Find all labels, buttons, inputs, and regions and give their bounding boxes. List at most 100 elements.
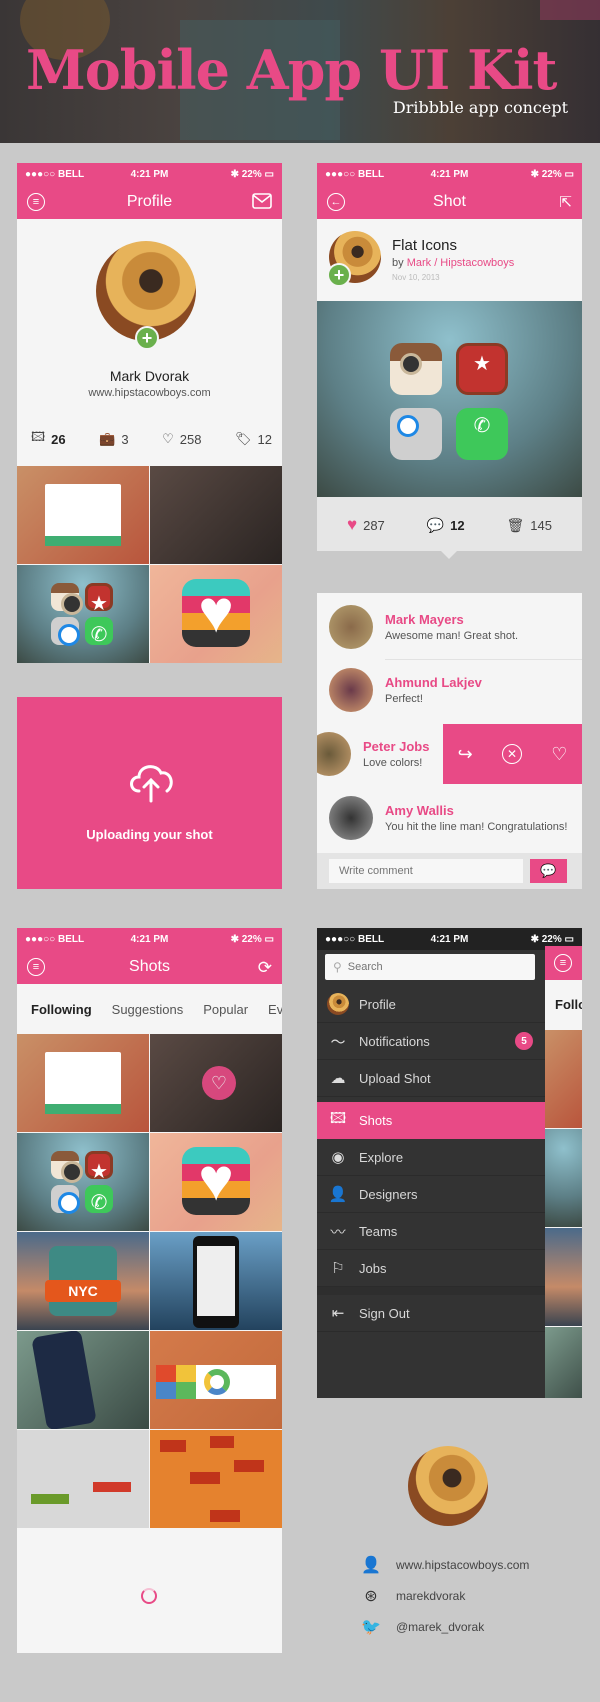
shot-thumbnail[interactable] xyxy=(17,1133,149,1231)
commenter-avatar xyxy=(329,605,373,649)
carrier: ●●●○○ BELL xyxy=(25,168,85,180)
carrier: ●●●○○ BELL xyxy=(25,933,85,945)
share-icon[interactable]: ⇱ xyxy=(559,193,572,211)
views-button[interactable]: 🗑 145 xyxy=(507,515,552,535)
comment-item[interactable]: Ahmund Lakjev Perfect! xyxy=(317,660,582,720)
shot-header: ●●●○○ BELL 4:21 PM ✱ 22% ▭ ← Shot ⇱ xyxy=(317,163,582,219)
send-comment-button[interactable]: 💬 xyxy=(530,859,567,883)
likes-button[interactable]: ♥ 287 xyxy=(347,515,385,535)
contact-dribbble[interactable]: ⊛ marekdvorak xyxy=(360,1586,465,1606)
menu-item-designers[interactable]: 👤 Designers xyxy=(317,1176,545,1213)
contact-website[interactable]: 👤 www.hipstacowboys.com xyxy=(360,1555,529,1575)
shot-thumbnail[interactable]: NYC xyxy=(17,1232,149,1330)
like-overlay-icon[interactable]: ♡ xyxy=(202,1066,236,1100)
shot-thumbnail[interactable] xyxy=(150,1133,282,1231)
stat-tags[interactable]: 🏷 12 xyxy=(235,428,272,450)
profile-name: Mark Dvorak xyxy=(109,368,190,384)
shot-stats: ♥ 287 💬 12 🗑 145 xyxy=(347,515,552,535)
shot-thumbnail[interactable] xyxy=(17,565,149,663)
nav-bar: ≡ Profile xyxy=(17,185,282,219)
menu-icon[interactable]: ≡ xyxy=(554,954,572,972)
content-peek[interactable]: ≡ Follo xyxy=(545,946,582,1398)
instagram-icon xyxy=(51,1151,83,1183)
profile-website[interactable]: www.hipstacowboys.com xyxy=(17,387,282,399)
menu-item-upload-shot[interactable]: ☁ Upload Shot xyxy=(317,1060,545,1097)
author-link[interactable]: Mark / Hipstacowboys xyxy=(407,257,515,269)
commenter-name[interactable]: Mark Mayers xyxy=(385,612,518,627)
shot-thumbnail[interactable] xyxy=(150,1430,282,1528)
like-icon[interactable]: ♡ xyxy=(551,744,567,765)
website-link[interactable]: www.hipstacowboys.com xyxy=(396,1558,529,1572)
battery-level: 22% xyxy=(241,933,262,945)
search-input[interactable] xyxy=(347,961,518,973)
commenter-name[interactable]: Ahmund Lakjev xyxy=(385,675,482,690)
stat-projects[interactable]: 💼 3 xyxy=(99,428,128,450)
shot-thumbnail[interactable] xyxy=(17,466,149,564)
bluetooth-icon: ✱ xyxy=(530,933,542,945)
shot-thumbnail[interactable] xyxy=(17,1331,149,1429)
menu-item-profile[interactable]: Profile xyxy=(317,986,545,1023)
menu-label: Profile xyxy=(359,996,396,1012)
tab-everyone[interactable]: Ever xyxy=(268,1002,282,1017)
menu-item-shots[interactable]: 🖾 Shots xyxy=(317,1102,545,1139)
comment-text: Perfect! xyxy=(385,693,423,705)
dribbble-handle[interactable]: marekdvorak xyxy=(396,1589,465,1603)
twitter-handle[interactable]: @marek_dvorak xyxy=(396,1620,484,1634)
comment-item[interactable]: Mark Mayers Awesome man! Great shot. xyxy=(317,597,582,657)
twitter-icon: 🐦 xyxy=(361,1619,381,1636)
commenter-name[interactable]: Peter Jobs xyxy=(363,739,429,754)
tab-suggestions[interactable]: Suggestions xyxy=(112,1002,184,1017)
menu-item-explore[interactable]: ◉ Explore xyxy=(317,1139,545,1176)
comments-button[interactable]: 💬 12 xyxy=(427,515,465,535)
follow-button[interactable]: + xyxy=(135,326,159,350)
shot-image[interactable] xyxy=(317,301,582,497)
comment-input[interactable] xyxy=(329,859,523,883)
commenter-name[interactable]: Amy Wallis xyxy=(385,803,567,818)
peek-tab: Follo xyxy=(555,997,582,1012)
battery: ✱ 22% ▭ xyxy=(230,168,274,180)
tab-following[interactable]: Following xyxy=(31,1002,92,1017)
menu-label: Notifications xyxy=(359,1033,430,1049)
comment-item[interactable]: Amy Wallis You hit the line man! Congratu… xyxy=(317,788,582,848)
comment-text: Awesome man! Great shot. xyxy=(385,630,519,642)
delete-icon[interactable]: ✕ xyxy=(501,744,522,764)
comment-composer: 💬 xyxy=(317,853,582,889)
menu-item-jobs[interactable]: ⚐ Jobs xyxy=(317,1250,545,1287)
mail-icon[interactable] xyxy=(252,193,272,214)
menu-item-teams[interactable]: 〰 Teams xyxy=(317,1213,545,1250)
contact-twitter[interactable]: 🐦 @marek_dvorak xyxy=(360,1617,484,1637)
follow-button[interactable]: + xyxy=(327,263,351,287)
menu-icon[interactable]: ≡ xyxy=(27,958,45,976)
tab-popular[interactable]: Popular xyxy=(203,1002,248,1017)
menu-item-notifications[interactable]: 〜 Notifications 5 xyxy=(317,1023,545,1060)
shot-thumbnail[interactable]: ♡ xyxy=(150,1034,282,1132)
shot-thumbnail[interactable] xyxy=(150,565,282,663)
menu-icon[interactable]: ≡ xyxy=(27,193,45,211)
stat-likes[interactable]: ♡ 258 xyxy=(162,428,201,450)
user-icon: 👤 xyxy=(328,1186,348,1203)
shot-thumbnail[interactable] xyxy=(150,1232,282,1330)
notification-badge: 5 xyxy=(515,1032,533,1050)
map-label xyxy=(234,1460,264,1472)
reply-icon[interactable]: ↪ xyxy=(458,744,473,765)
shot-thumbnail[interactable] xyxy=(150,1331,282,1429)
search-field[interactable]: ⚲ xyxy=(325,954,535,980)
menu-item-sign-out[interactable]: ⇤ Sign Out xyxy=(317,1295,545,1332)
comment-actions: ↪ ✕ ♡ xyxy=(443,724,582,784)
by-label: by xyxy=(392,257,404,269)
shot-thumbnail[interactable] xyxy=(150,466,282,564)
refresh-icon[interactable]: ⟳ xyxy=(258,958,272,978)
battery-level: 22% xyxy=(541,933,562,945)
nyc-book-icon: NYC xyxy=(45,1246,121,1316)
back-icon[interactable]: ← xyxy=(327,193,345,211)
menu-label: Sign Out xyxy=(359,1305,410,1321)
wunderlist-icon xyxy=(85,583,113,616)
nav-bar: ← Shot ⇱ xyxy=(317,185,582,219)
shot-thumbnail[interactable] xyxy=(17,1430,149,1528)
stat-shots[interactable]: 🖾 26 xyxy=(31,428,66,450)
shot-thumbnail xyxy=(545,1129,582,1227)
pointer-arrow xyxy=(441,551,457,559)
bluetooth-icon: ✱ xyxy=(530,168,542,180)
shot-thumbnail[interactable] xyxy=(17,1034,149,1132)
comment-text: Love colors! xyxy=(363,757,423,769)
